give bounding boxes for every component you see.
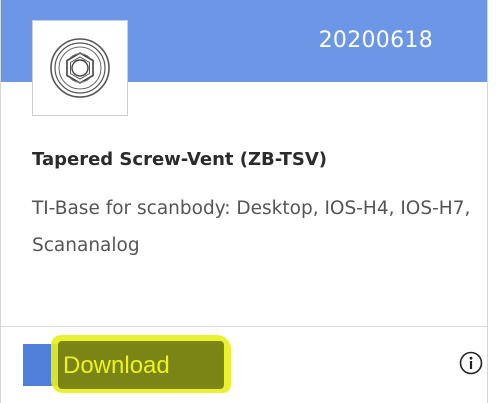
product-card: 20200618 Tapered Screw-Vent (ZB-TSV) TI-… <box>0 0 488 403</box>
product-thumbnail[interactable] <box>32 20 128 116</box>
implant-screw-icon <box>50 38 110 98</box>
product-description: TI-Base for scanbody: Desktop, IOS-H4, I… <box>32 198 471 256</box>
product-id-code: 20200618 <box>318 28 433 53</box>
info-icon[interactable] <box>459 351 483 375</box>
download-button-label[interactable]: Download <box>63 351 213 381</box>
footer-divider <box>1 326 487 327</box>
product-title: Tapered Screw-Vent (ZB-TSV) <box>32 149 328 170</box>
